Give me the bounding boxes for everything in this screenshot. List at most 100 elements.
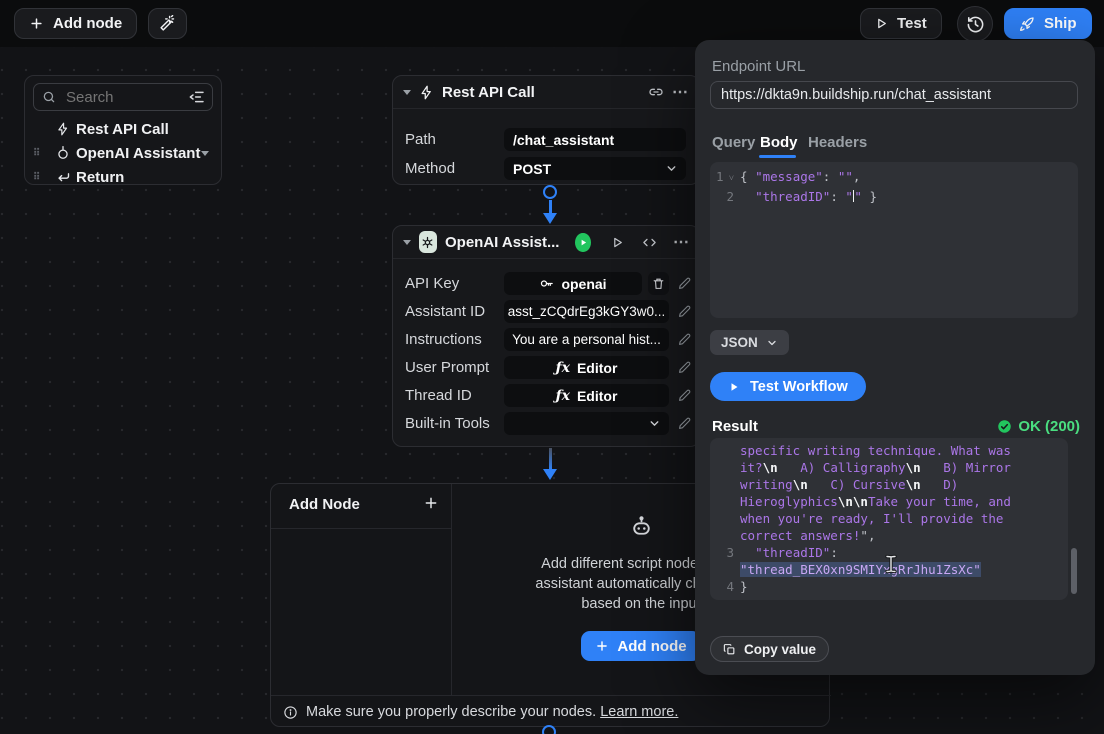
ai-wand-button[interactable] [148,8,187,39]
collapse-node-icon[interactable] [403,90,411,95]
code-line: 1 ˅{ "message": "", [710,168,1078,188]
divider [271,528,451,529]
tab-body[interactable]: Body [760,134,798,151]
play-icon [875,17,888,30]
edit-api-key-button[interactable] [674,272,695,295]
code-line: writing\n C) Cursive\n D) [710,476,1068,493]
test-button[interactable]: Test [860,8,942,39]
thread-id-row: Thread ID ƒx Editor [393,384,699,407]
search-icon [42,90,56,104]
method-select[interactable]: POST [504,157,686,180]
tab-query[interactable]: Query [712,134,755,151]
copy-icon [723,643,736,656]
test-label: Test [897,15,927,32]
history-button[interactable] [957,6,993,42]
code-icon[interactable] [642,235,657,250]
field-label: Instructions [405,331,482,348]
zap-icon [54,122,72,136]
tab-headers[interactable]: Headers [808,134,867,151]
openai-assistant-node[interactable]: OpenAI Assist... ⋯ API Key openai [392,225,700,447]
connector-port[interactable] [542,725,556,734]
result-status: OK (200) [997,418,1080,435]
notice-bar: Make sure you properly describe your nod… [283,704,678,720]
connector-line [549,448,552,470]
ship-label: Ship [1044,15,1077,32]
fx-icon: ƒx [556,388,570,404]
code-line: Hieroglyphics\n\nTake your time, and [710,493,1068,510]
code-line: 2 "threadID": "" } [710,188,1078,205]
plus-icon[interactable] [423,495,439,511]
drag-handle-icon[interactable]: ⠿ [33,151,43,156]
format-select[interactable]: JSON [710,330,789,355]
edit-instructions-button[interactable] [674,328,695,351]
built-in-tools-select[interactable] [504,412,669,435]
endpoint-url-input[interactable] [710,81,1078,109]
connector-port[interactable] [543,185,557,199]
palette-item-rest-api-call[interactable]: Rest API Call [25,117,221,141]
collapse-list-icon[interactable] [189,89,205,105]
edit-assistant-id-button[interactable] [674,300,695,323]
zap-icon [419,85,434,100]
connector-line [549,200,552,214]
test-panel: Endpoint URL Query Body Headers 1 ˅{ "me… [695,40,1095,675]
node-header: OpenAI Assist... ⋯ [393,226,699,259]
rest-api-call-node[interactable]: Rest API Call ⋯ Path /chat_assistant Met… [392,75,700,185]
code-line: 4} [710,578,1068,595]
learn-more-link[interactable]: Learn more. [600,704,678,720]
connector-arrow-icon [543,213,557,224]
drag-handle-icon[interactable]: ⠿ [33,175,43,180]
add-node-branch-button[interactable]: Add node [581,631,701,661]
user-prompt-editor-field[interactable]: ƒx Editor [504,356,669,379]
magic-wand-icon [159,15,176,32]
key-icon [539,276,554,291]
request-body-editor[interactable]: 1 ˅{ "message": "",2 "threadID": "" } [710,162,1078,318]
add-node-button[interactable]: Add node [14,8,137,39]
link-icon[interactable] [648,84,664,100]
collapse-node-icon[interactable] [403,240,411,245]
code-line: when you're ready, I'll provide the [710,510,1068,527]
add-node-card-title: Add Node [289,496,360,513]
user-prompt-row: User Prompt ƒx Editor [393,356,699,379]
search-input[interactable] [56,85,166,109]
check-circle-icon [997,419,1012,434]
edit-thread-id-button[interactable] [674,384,695,407]
result-scrollbar[interactable] [1071,548,1077,594]
palette-item-label: Return [76,169,124,186]
more-menu-icon[interactable]: ⋯ [673,232,689,252]
info-icon [283,705,298,720]
buildship-workflow-canvas: Add node Test Ship [0,0,1104,734]
result-label: Result [712,418,758,435]
more-menu-icon[interactable]: ⋯ [672,82,689,102]
path-input[interactable]: /chat_assistant [504,128,686,151]
assistant-id-field[interactable]: asst_zCQdrEg3kGY3w0... [504,300,669,323]
play-outline-icon[interactable] [611,236,624,249]
node-title: Rest API Call [442,84,535,101]
code-line: 3 "threadID": [710,544,1068,561]
result-output[interactable]: specific writing technique. What was it?… [710,438,1068,600]
openai-logo-icon [419,231,437,253]
palette-item-return[interactable]: ⠿ Return [25,165,221,189]
code-line: it?\n A) Calligraphy\n B) Mirror [710,459,1068,476]
history-icon [966,15,985,34]
edit-built-in-tools-button[interactable] [674,412,695,435]
assistant-icon [54,145,72,161]
run-node-button[interactable] [575,233,591,252]
palette-item-openai-assistant[interactable]: ⠿ OpenAI Assistant [25,141,221,165]
thread-id-editor-field[interactable]: ƒx Editor [504,384,669,407]
copy-value-button[interactable]: Copy value [710,636,829,662]
field-label: Built-in Tools [405,415,490,432]
search-box[interactable] [33,83,213,111]
edit-user-prompt-button[interactable] [674,356,695,379]
delete-key-button[interactable] [648,272,669,295]
connector-arrow-icon [543,469,557,480]
api-key-field[interactable]: openai [504,272,642,295]
path-row: Path /chat_assistant [393,128,699,151]
ship-button[interactable]: Ship [1004,8,1092,39]
field-label: API Key [405,275,459,292]
code-line: "thread_BEX0xn9SMIYxgRrJhu1ZsXc" [710,561,1068,578]
test-workflow-button[interactable]: Test Workflow [710,372,866,401]
play-icon [728,381,740,393]
instructions-field[interactable]: You are a personal hist... [504,328,669,351]
field-label: Method [405,160,455,177]
chevron-down-icon[interactable] [201,151,209,156]
